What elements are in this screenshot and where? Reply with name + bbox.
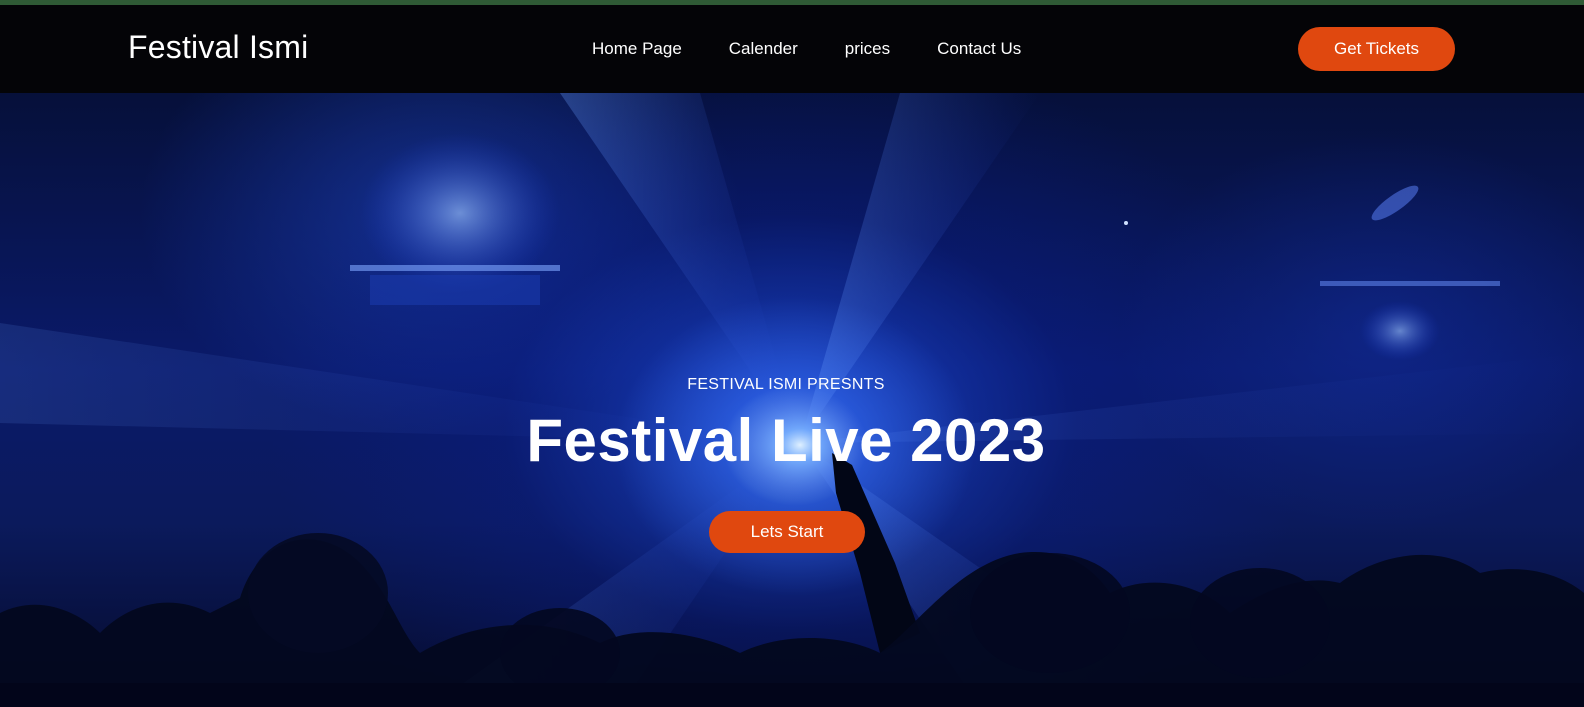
nav-link-contact-us[interactable]: Contact Us xyxy=(937,39,1021,59)
brand-logo-text[interactable]: Festival Ismi xyxy=(128,29,308,66)
get-tickets-button[interactable]: Get Tickets xyxy=(1298,27,1455,71)
top-navbar: Festival Ismi Home Page Calender prices … xyxy=(0,5,1584,93)
hero-section: FESTIVAL ISMI PRESNTS Festival Live 2023… xyxy=(0,93,1584,707)
nav-link-home-page[interactable]: Home Page xyxy=(592,39,682,59)
main-nav: Home Page Calender prices Contact Us xyxy=(592,39,1021,59)
lets-start-button[interactable]: Lets Start xyxy=(709,511,865,553)
nav-link-calender[interactable]: Calender xyxy=(729,39,798,59)
hero-content: FESTIVAL ISMI PRESNTS Festival Live 2023… xyxy=(0,93,1584,707)
hero-title: Festival Live 2023 xyxy=(526,407,1046,474)
hero-eyebrow: FESTIVAL ISMI PRESNTS xyxy=(687,376,885,393)
nav-link-prices[interactable]: prices xyxy=(845,39,890,59)
